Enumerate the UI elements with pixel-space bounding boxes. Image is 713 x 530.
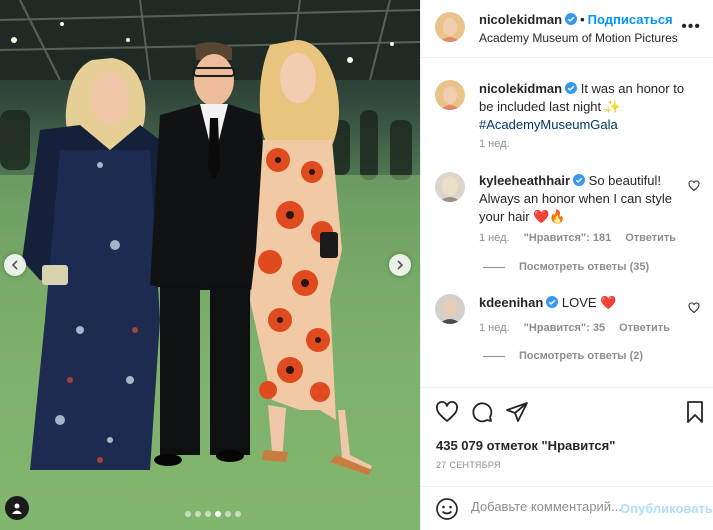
person-left — [22, 58, 162, 470]
comment-likes[interactable]: "Нравится": 35 — [524, 322, 605, 334]
carousel-dot-active — [215, 511, 221, 517]
like-heart-icon[interactable] — [435, 400, 459, 424]
replies-line — [483, 266, 505, 268]
comment-body: kyleeheathhair So beautiful! Always an h… — [479, 172, 689, 226]
comment-text: LOVE — [561, 295, 597, 310]
comment-likes[interactable]: "Нравится": 181 — [524, 232, 612, 244]
post-caption: nicolekidman It was an honor to be inclu… — [435, 80, 700, 150]
post-sidebar: nicolekidman • Подписаться Academy Museum … — [420, 0, 713, 530]
carousel-dot — [195, 511, 201, 517]
more-options-button[interactable]: ••• — [681, 18, 701, 36]
caption-meta: 1 нед. — [479, 138, 510, 150]
reply-button[interactable]: Ответить — [625, 232, 676, 244]
comment-time[interactable]: 1 нед. — [479, 232, 510, 244]
post-date[interactable]: 27 СЕНТЯБРЯ — [436, 460, 501, 470]
carousel-prev-button[interactable] — [4, 254, 26, 276]
view-replies-label: Посмотреть ответы (2) — [519, 350, 644, 362]
carousel-dot — [185, 511, 191, 517]
comment-item: kyleeheathhair So beautiful! Always an h… — [435, 172, 700, 282]
comment-emojis: ❤️ — [600, 295, 617, 310]
comment-item: kdeenihan LOVE ❤️ 1 нед. "Нравится": 35 … — [435, 294, 700, 374]
commenter-avatar[interactable] — [435, 294, 465, 324]
verified-badge-icon — [565, 13, 578, 25]
photo-scene — [0, 0, 420, 530]
emoji-smiley-icon[interactable] — [435, 497, 459, 521]
tagged-users-button[interactable] — [5, 496, 29, 520]
post-actions: 435 079 отметок "Нравится" 27 СЕНТЯБРЯ — [421, 387, 713, 485]
comments-list[interactable]: nicolekidman It was an honor to be inclu… — [421, 59, 713, 386]
comment-meta: 1 нед. "Нравится": 35 Ответить — [479, 322, 670, 334]
comment-emojis: ❤️🔥 — [533, 209, 566, 224]
carousel-dot — [225, 511, 231, 517]
comment-username[interactable]: kdeenihan — [479, 295, 543, 310]
comment-input[interactable] — [471, 499, 631, 514]
verified-badge-icon — [546, 296, 559, 308]
caption-username[interactable]: nicolekidman — [479, 81, 562, 96]
caption-hashtag[interactable]: #AcademyMuseumGala — [479, 117, 618, 132]
verified-badge-icon — [573, 174, 586, 186]
post-header: nicolekidman • Подписаться Academy Museum … — [421, 0, 713, 58]
share-send-icon[interactable] — [505, 400, 529, 424]
separator-dot: • — [580, 12, 585, 27]
verified-badge-icon — [565, 82, 578, 94]
header-user-line: nicolekidman • Подписаться — [479, 12, 673, 27]
carousel-dot — [205, 511, 211, 517]
caption-body: nicolekidman It was an honor to be inclu… — [479, 80, 689, 134]
reply-button[interactable]: Ответить — [619, 322, 670, 334]
save-bookmark-icon[interactable] — [683, 400, 707, 424]
author-username[interactable]: nicolekidman — [479, 12, 562, 27]
carousel-dots — [185, 511, 241, 517]
view-replies-button[interactable]: Посмотреть ответы (2) — [483, 350, 643, 362]
comment-username[interactable]: kyleeheathhair — [479, 173, 570, 188]
carousel-dot — [235, 511, 241, 517]
author-avatar[interactable] — [435, 80, 465, 110]
carousel-next-button[interactable] — [389, 254, 411, 276]
user-icon — [12, 503, 22, 514]
comment-meta: 1 нед. "Нравится": 181 Ответить — [479, 232, 676, 244]
likes-count[interactable]: 435 079 отметок "Нравится" — [436, 438, 615, 453]
view-replies-label: Посмотреть ответы (35) — [519, 261, 650, 273]
caption-time[interactable]: 1 нед. — [479, 138, 510, 150]
author-avatar[interactable] — [435, 12, 465, 42]
post-photo[interactable] — [0, 0, 420, 530]
follow-button[interactable]: Подписаться — [588, 12, 673, 27]
commenter-avatar[interactable] — [435, 172, 465, 202]
caption-emoji: ✨ — [604, 99, 621, 114]
comment-time[interactable]: 1 нед. — [479, 322, 510, 334]
comment-bubble-icon[interactable] — [470, 400, 494, 424]
chevron-left-icon — [11, 260, 18, 270]
like-comment-heart-icon[interactable] — [688, 180, 700, 192]
replies-line — [483, 355, 505, 357]
comment-body: kdeenihan LOVE ❤️ — [479, 294, 689, 312]
add-comment-bar: Опубликовать — [421, 486, 713, 530]
like-comment-heart-icon[interactable] — [688, 302, 700, 314]
post-location[interactable]: Academy Museum of Motion Pictures — [479, 31, 678, 45]
view-replies-button[interactable]: Посмотреть ответы (35) — [483, 261, 649, 273]
chevron-right-icon — [397, 260, 404, 270]
publish-comment-button[interactable]: Опубликовать — [620, 501, 713, 516]
